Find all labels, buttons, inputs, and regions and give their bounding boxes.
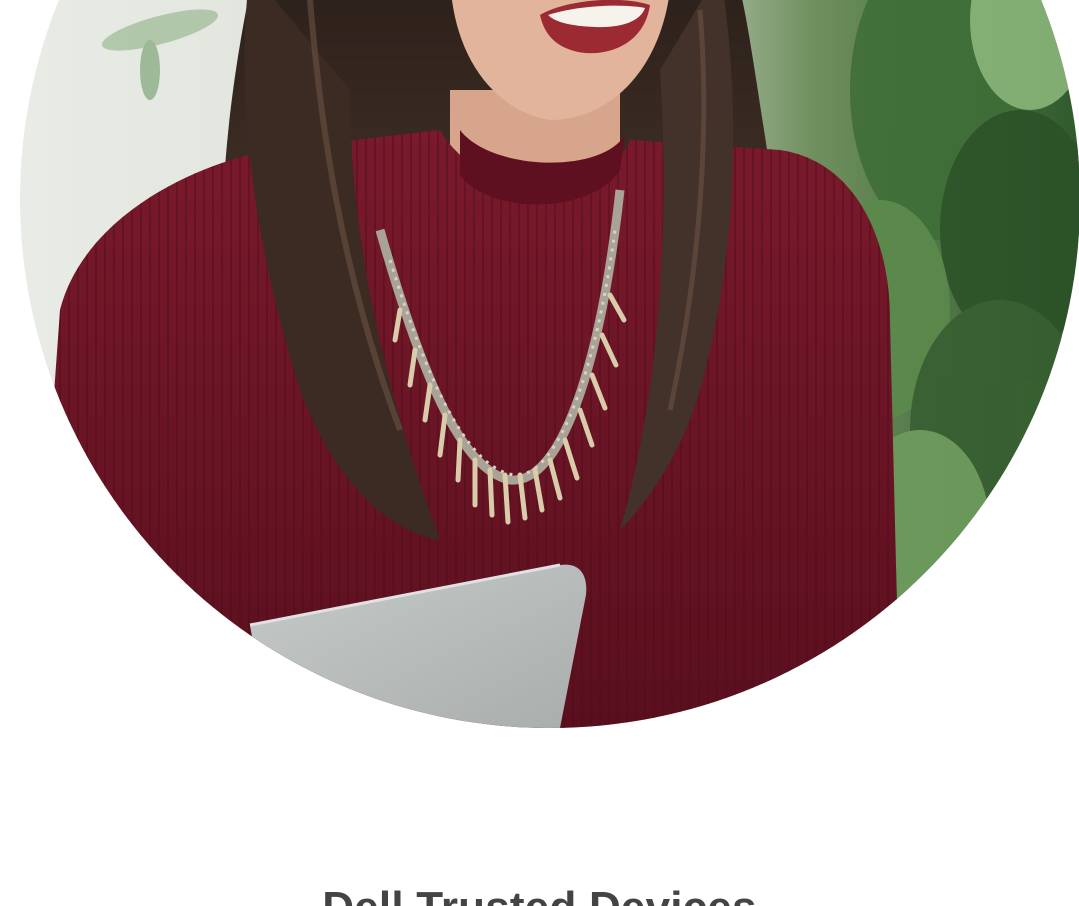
page: Dell Trusted Devices [0, 0, 1079, 906]
hero-photo-illustration [20, 0, 1079, 728]
page-title: Dell Trusted Devices [0, 881, 1079, 906]
hero-image [20, 0, 1079, 728]
